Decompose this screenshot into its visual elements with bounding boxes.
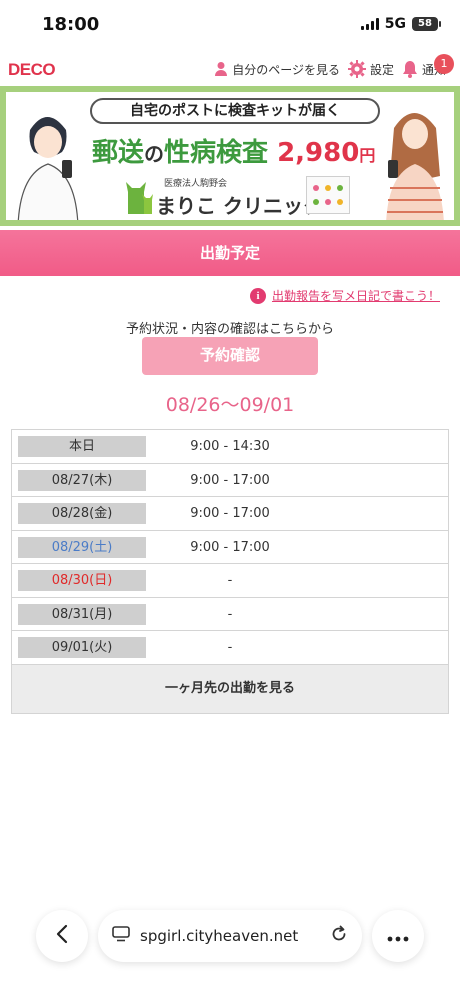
clinic-name: まりこ クリニック (156, 194, 323, 218)
status-time: 18:00 (42, 14, 100, 35)
table-row: 09/01(火) - (12, 631, 448, 665)
table-row: 08/29(土) 9:00 - 17:00 (12, 531, 448, 564)
shift-time: - (227, 606, 233, 622)
headline-no: の (144, 142, 165, 166)
diary-report-link[interactable]: i 出勤報告を写メ日記で書こう！ (249, 287, 440, 304)
shift-time: - (227, 640, 233, 655)
shift-time: - (227, 573, 233, 588)
settings-link[interactable]: 設定 (347, 60, 394, 78)
shift-time: 9:00 - 17:00 (190, 539, 270, 555)
day-label: 09/01(火) (18, 637, 146, 658)
more-options-button[interactable] (372, 910, 424, 962)
section-title-bar: 出勤予定 (0, 230, 460, 276)
notifications-link[interactable]: 通知 1 (402, 54, 454, 78)
banner-headline: 郵送の性病検査 2,980円 (92, 132, 375, 169)
banner-content: 自宅のポストに検査キットが届く 郵送の性病検査 2,980円 医療法人駒野会 ま… (6, 92, 454, 220)
headline-yen: 円 (359, 146, 376, 165)
day-label: 08/27(木) (18, 469, 146, 491)
view-month-schedule-button[interactable]: 一ヶ月先の出勤を見る (12, 664, 448, 713)
gear-icon (347, 60, 366, 78)
deco-logo[interactable]: DECO (8, 60, 56, 80)
schedule-table: 本日 9:00 - 14:30 08/27(木) 9:00 - 17:00 08… (11, 429, 449, 714)
reservation-note: 予約状況・内容の確認はこちらから (125, 322, 334, 337)
table-row: 08/27(木) 9:00 - 17:00 (12, 464, 448, 497)
date-range: 08/26〜09/01 (165, 394, 295, 416)
my-page-link[interactable]: 自分のページを見る (214, 61, 340, 78)
day-label: 08/28(金) (18, 503, 146, 524)
site-header: DECO 自分のページを見る 設定 通知 1 (0, 54, 460, 86)
test-kit-illustration (306, 176, 350, 214)
table-row: 08/30(日) - (12, 564, 448, 598)
header-nav: 自分のページを見る 設定 通知 1 (214, 54, 454, 78)
ellipsis-icon (387, 927, 409, 946)
person-icon (214, 61, 228, 77)
table-row: 本日 9:00 - 14:30 (12, 430, 448, 464)
diary-report-label: 出勤報告を写メ日記で書こう！ (271, 289, 440, 303)
clinic-corporation: 医療法人駒野会 (164, 179, 228, 189)
reload-icon[interactable] (330, 925, 348, 947)
shift-time: 9:00 - 14:30 (190, 439, 270, 454)
status-bar: 18:00 5G 58 (0, 0, 460, 50)
signal-icon (360, 18, 379, 30)
my-page-label: 自分のページを見る (232, 62, 340, 77)
headline-test: 性病検査 (164, 138, 269, 168)
browser-toolbar: spgirl.cityheaven.net (0, 908, 460, 964)
day-label: 08/29(土) (18, 536, 146, 558)
page-info-icon[interactable] (112, 926, 130, 946)
table-row: 08/28(金) 9:00 - 17:00 (12, 497, 448, 531)
address-bar[interactable]: spgirl.cityheaven.net (98, 910, 362, 962)
reservation-confirm-button[interactable]: 予約確認 (142, 337, 318, 375)
chevron-left-icon (55, 924, 69, 948)
banner-tagline: 自宅のポストに検査キットが届く (90, 98, 380, 124)
status-indicators: 5G 58 (360, 16, 441, 32)
battery-icon: 58 (412, 17, 441, 31)
day-label: 08/30(日) (18, 570, 146, 591)
info-icon: i (249, 287, 266, 304)
man-illustration (12, 100, 82, 220)
headline-mail: 郵送 (92, 138, 145, 168)
back-button[interactable] (36, 910, 88, 962)
shift-time: 9:00 - 17:00 (190, 472, 270, 488)
table-row: 08/31(月) - (12, 598, 448, 631)
shift-time: 9:00 - 17:00 (190, 506, 270, 521)
day-label: 08/31(月) (18, 603, 146, 625)
cat-logo-icon (124, 178, 154, 218)
notification-badge: 1 (434, 54, 454, 74)
woman-illustration (382, 98, 448, 220)
bell-icon (402, 60, 418, 78)
logo-text: DECO (8, 60, 56, 79)
headline-price: 2,980 (277, 138, 360, 168)
network-label: 5G (384, 16, 406, 32)
url-text: spgirl.cityheaven.net (140, 927, 299, 945)
settings-label: 設定 (369, 62, 394, 77)
day-label: 本日 (18, 436, 146, 457)
clinic-banner-ad[interactable]: 自宅のポストに検査キットが届く 郵送の性病検査 2,980円 医療法人駒野会 ま… (0, 86, 460, 226)
